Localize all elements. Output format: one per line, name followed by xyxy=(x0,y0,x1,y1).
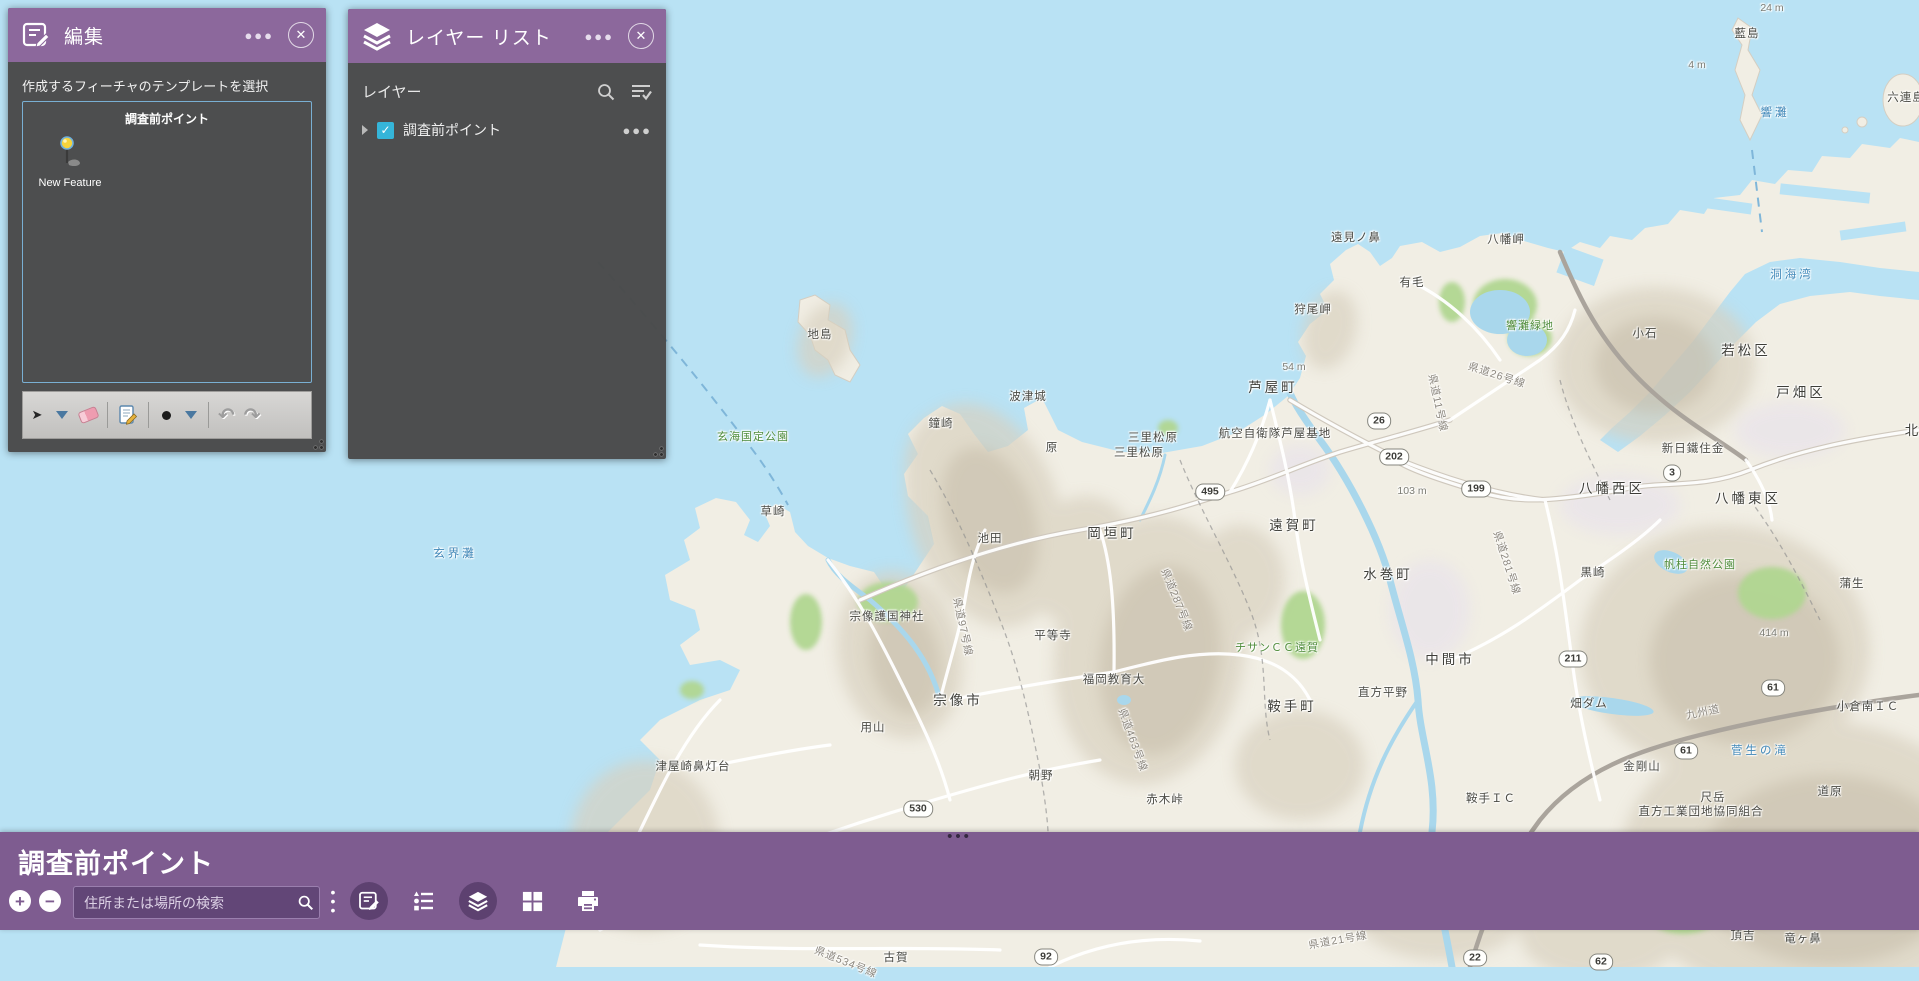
edit-panel-menu-icon[interactable]: ●●● xyxy=(244,28,274,43)
panel-resize-handle[interactable] xyxy=(311,437,323,449)
layer-list-panel: レイヤー リスト ●●● ✕ レイヤー ✓ 調査前ポイント ●●● xyxy=(348,9,666,459)
layers-icon xyxy=(360,19,394,53)
template-group-title: 調査前ポイント xyxy=(23,102,311,127)
edit-panel-close-icon[interactable]: ✕ xyxy=(288,22,314,48)
draw-point-tool-icon[interactable] xyxy=(158,411,174,420)
grid-apps-icon xyxy=(521,890,544,913)
expand-layer-icon[interactable] xyxy=(362,125,368,135)
select-tool-icon[interactable]: ➤ xyxy=(29,407,45,423)
layer-section-label: レイヤー xyxy=(362,81,596,102)
edit-toolbar: ➤ ↶ ↷ xyxy=(22,391,312,439)
eraser-tool-icon[interactable] xyxy=(79,409,98,421)
template-picker: 調査前ポイント New Feature xyxy=(22,101,312,383)
search-overflow-handle[interactable]: ••• xyxy=(327,888,339,915)
layer-name-label: 調査前ポイント xyxy=(403,120,613,140)
layer-panel-header: レイヤー リスト ●●● ✕ xyxy=(348,9,666,63)
app-root: { "edit_panel": { "title": "編集", "instru… xyxy=(0,0,1919,967)
edit-widget-panel: 編集 ●●● ✕ 作成するフィーチャのテンプレートを選択 調査前ポイント New… xyxy=(8,8,326,452)
attribute-table-title: 調査前ポイント xyxy=(18,842,214,881)
panel-resize-handle[interactable] xyxy=(651,444,663,456)
widget-apps-button[interactable] xyxy=(513,882,551,920)
point-pin-icon xyxy=(55,136,85,170)
edit-icon xyxy=(20,19,52,51)
template-item-new-feature[interactable]: New Feature xyxy=(37,136,103,191)
edit-panel-header: 編集 ●●● ✕ xyxy=(8,8,326,62)
layer-section-header: レイヤー xyxy=(348,63,666,102)
draw-dropdown-icon[interactable] xyxy=(183,411,199,419)
toolbar-divider xyxy=(208,402,209,428)
widget-print-button[interactable] xyxy=(569,882,607,920)
legend-icon xyxy=(411,889,435,913)
layer-row: ✓ 調査前ポイント ●●● xyxy=(348,120,666,140)
search-box xyxy=(73,886,320,919)
search-layers-icon[interactable] xyxy=(596,82,616,102)
edit-widget-icon xyxy=(357,889,381,913)
search-input[interactable] xyxy=(74,895,291,911)
redo-icon[interactable]: ↷ xyxy=(244,403,261,428)
undo-icon[interactable]: ↶ xyxy=(218,403,235,428)
layer-options-icon[interactable] xyxy=(630,82,652,102)
layer-row-menu-icon[interactable]: ●●● xyxy=(622,123,652,138)
edit-attributes-icon[interactable] xyxy=(117,404,139,426)
widget-legend-button[interactable] xyxy=(404,882,442,920)
layer-panel-close-icon[interactable]: ✕ xyxy=(628,23,654,49)
edit-panel-title: 編集 xyxy=(64,22,244,49)
toolbar-divider xyxy=(148,402,149,428)
layer-panel-menu-icon[interactable]: ●●● xyxy=(584,29,614,44)
zoom-in-button[interactable]: + xyxy=(9,890,31,912)
layer-visibility-checkbox[interactable]: ✓ xyxy=(377,122,394,139)
toolbar-divider xyxy=(107,402,108,428)
select-dropdown-icon[interactable] xyxy=(54,411,70,419)
widget-edit-button[interactable] xyxy=(350,882,388,920)
search-icon[interactable] xyxy=(291,894,319,911)
template-item-label: New Feature xyxy=(37,177,103,191)
attribute-table-expand-handle[interactable]: ••• xyxy=(947,832,972,842)
zoom-out-button[interactable]: − xyxy=(39,890,61,912)
print-icon xyxy=(576,889,600,913)
edit-instruction-text: 作成するフィーチャのテンプレートを選択 xyxy=(22,76,312,95)
widget-layer-list-button[interactable] xyxy=(459,882,497,920)
layers-widget-icon xyxy=(466,889,490,913)
layer-panel-title: レイヤー リスト xyxy=(406,23,584,50)
